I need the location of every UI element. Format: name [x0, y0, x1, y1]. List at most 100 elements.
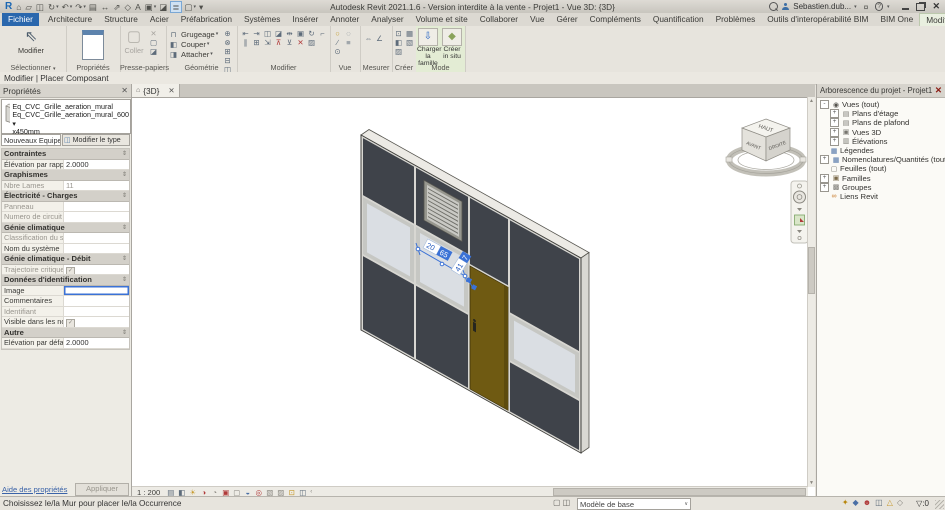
rotate-icon[interactable]: ↻ — [306, 29, 317, 38]
tree-item-vues-tout-[interactable]: -◉Vues (tout) — [817, 100, 945, 109]
select-settings-icon[interactable]: ◇ — [897, 498, 903, 507]
tab-architecture[interactable]: Architecture — [42, 13, 98, 26]
view-control-collapse-icon[interactable]: ‹ — [308, 489, 314, 495]
offset-icon[interactable]: ⇥ — [251, 29, 262, 38]
property-value[interactable] — [64, 233, 129, 243]
property-value[interactable] — [64, 212, 129, 222]
undo-icon-caret[interactable]: ▾ — [70, 4, 73, 10]
property-section-header[interactable]: Données d'identification⇕ — [2, 275, 129, 286]
caret-icon[interactable]: ▾ — [210, 51, 213, 57]
tag-icon[interactable]: ◇ — [123, 1, 133, 13]
tree-expander-icon[interactable]: - — [820, 100, 829, 109]
tree-expander-icon[interactable]: + — [820, 183, 829, 192]
checkbox-icon[interactable]: ✓ — [66, 267, 75, 275]
array-icon[interactable]: ⊞ — [251, 38, 262, 47]
tab-outils-d-interop-rabilit-bim[interactable]: Outils d'interopérabilité BIM — [761, 13, 874, 26]
split-icon[interactable]: ∥ — [240, 38, 251, 47]
tab-modifier-placer-composant[interactable]: Modifier | Placer Composant — [919, 13, 945, 26]
properties-help-link[interactable]: Aide des propriétés — [2, 485, 67, 494]
tree-item-nomenclatures-quantit-s-tout-[interactable]: +▦Nomenclatures/Quantités (tout) — [817, 155, 945, 164]
minimize-button[interactable] — [902, 8, 909, 10]
property-value[interactable] — [64, 307, 129, 317]
join-icon[interactable]: ⊕ — [222, 29, 233, 38]
sync-icon-caret[interactable]: ▾ — [56, 4, 59, 10]
tree-item-groupes[interactable]: +▩Groupes — [817, 183, 945, 192]
tab-g-rer[interactable]: Gérer — [550, 13, 583, 26]
tab-bim-one[interactable]: BIM One — [874, 13, 919, 26]
properties-toggle-button[interactable] — [80, 30, 106, 60]
property-section-header[interactable]: Graphismes⇕ — [2, 170, 129, 181]
tree-item-plans-d-tage[interactable]: +▤Plans d'étage — [817, 109, 945, 118]
resize-grip[interactable] — [935, 500, 944, 509]
save-icon[interactable]: ◫ — [34, 1, 45, 13]
property-value[interactable]: ✓ — [64, 265, 129, 275]
linework-icon[interactable]: ∕ — [332, 38, 343, 47]
trim-icon[interactable]: ⌐ — [317, 29, 328, 38]
view-tab-3d[interactable]: ⌂ {3D} ✕ — [132, 84, 180, 97]
property-value[interactable]: 11 — [64, 181, 129, 191]
property-value[interactable] — [64, 296, 129, 306]
account-icon[interactable] — [782, 3, 789, 10]
section-icon[interactable]: ◪ — [158, 1, 169, 13]
sync-icon[interactable]: ↻ — [46, 1, 56, 13]
measure-angle-icon[interactable]: ∠ — [374, 34, 385, 43]
match-properties-icon[interactable]: ◪ — [148, 47, 159, 56]
category-filter-dropdown[interactable]: Nouveaux Equipement ( ∨ — [1, 134, 61, 146]
tree-expander-icon[interactable]: + — [830, 137, 839, 146]
property-section-header[interactable]: Contraintes⇕ — [2, 149, 129, 160]
horizontal-scroll-thumb[interactable] — [553, 488, 806, 496]
match-icon[interactable]: ▨ — [306, 38, 317, 47]
tree-expander-icon[interactable]: + — [830, 118, 839, 127]
selection-filter[interactable]: ▽:0 — [916, 499, 929, 508]
property-section-header[interactable]: Électricité - Charges⇕ — [2, 191, 129, 202]
panel-label-measure[interactable]: Mesurer — [360, 63, 392, 72]
panel-label-mode[interactable]: Mode — [416, 63, 465, 72]
unpin-icon[interactable]: ⊻ — [284, 38, 295, 47]
caret-icon[interactable]: ▾ — [216, 31, 219, 37]
search-icon[interactable] — [769, 2, 778, 11]
tree-expander-icon[interactable]: + — [820, 174, 829, 183]
tree-expander-icon[interactable]: + — [830, 109, 839, 118]
paste-button[interactable]: ▢ Coller — [122, 28, 146, 55]
tab-syst-mes[interactable]: Systèmes — [238, 13, 286, 26]
visibility-icon[interactable]: ○ — [332, 29, 343, 38]
tree-item-feuilles-tout-[interactable]: ▢Feuilles (tout) — [817, 164, 945, 173]
tab-probl-mes[interactable]: Problèmes — [710, 13, 762, 26]
type-selector[interactable]: Eq_CVC_Grille_aeration_mural Eq_CVC_Gril… — [1, 99, 131, 134]
central-model-icon[interactable]: ◫ — [875, 498, 883, 507]
signed-in-user[interactable]: Sebastien.dub... — [793, 2, 851, 11]
tree-item-l-gendes[interactable]: ▦Légendes — [817, 146, 945, 155]
switch-windows-icon[interactable]: ▢ — [183, 1, 194, 13]
geometry-row-attacher[interactable]: ◨Attacher▾ — [168, 49, 219, 59]
tab-annoter[interactable]: Annoter — [324, 13, 365, 26]
measure-length-icon[interactable]: ⇔ — [363, 34, 374, 43]
default-3d-view-icon-caret[interactable]: ▾ — [154, 4, 157, 10]
override-icon[interactable]: ◌ — [343, 29, 354, 38]
scale-icon[interactable]: ⇲ — [262, 38, 273, 47]
tree-expander-icon[interactable]: + — [820, 155, 829, 164]
restore-button[interactable] — [916, 3, 925, 11]
panel-label-geometry[interactable]: Géométrie — [166, 63, 237, 72]
thin-lines-icon[interactable]: ≣ — [170, 1, 182, 13]
project-browser-close-icon[interactable]: ✕ — [935, 85, 942, 96]
checkbox-icon[interactable]: ✓ — [66, 319, 75, 327]
property-section-header[interactable]: Génie climatique - Débit⇕ — [2, 254, 129, 265]
user-caret-icon[interactable]: ▾ — [854, 4, 857, 10]
app-store-icon[interactable]: ¤ — [862, 1, 870, 13]
panel-label-properties[interactable]: Propriétés — [66, 63, 120, 72]
editing-requests-icon[interactable]: ☻ — [863, 498, 871, 507]
tab-quantification[interactable]: Quantification — [647, 13, 710, 26]
model-in-place-button[interactable]: ◆Créerin situ — [441, 28, 463, 67]
aligned-dimension-icon[interactable]: ⇗ — [112, 1, 122, 13]
properties-header[interactable]: Propriétés ✕ — [0, 84, 131, 98]
panel-label-clipboard[interactable]: Presse-papiers — [120, 63, 166, 72]
cut-icon[interactable]: ✕ — [148, 29, 159, 38]
switch-windows-icon-caret[interactable]: ▾ — [193, 4, 196, 10]
project-browser-header[interactable]: Arborescence du projet - Projet1 ✕ — [817, 84, 945, 98]
scroll-down-icon[interactable]: ▼ — [808, 479, 815, 487]
delete-icon[interactable]: ✕ — [295, 38, 306, 47]
similar-icon[interactable]: ◧ — [393, 38, 404, 47]
default-3d-view-icon[interactable]: ▣ — [143, 1, 154, 13]
property-value[interactable]: 2.0000 — [64, 338, 129, 348]
undo-icon[interactable]: ↶ — [60, 1, 70, 13]
